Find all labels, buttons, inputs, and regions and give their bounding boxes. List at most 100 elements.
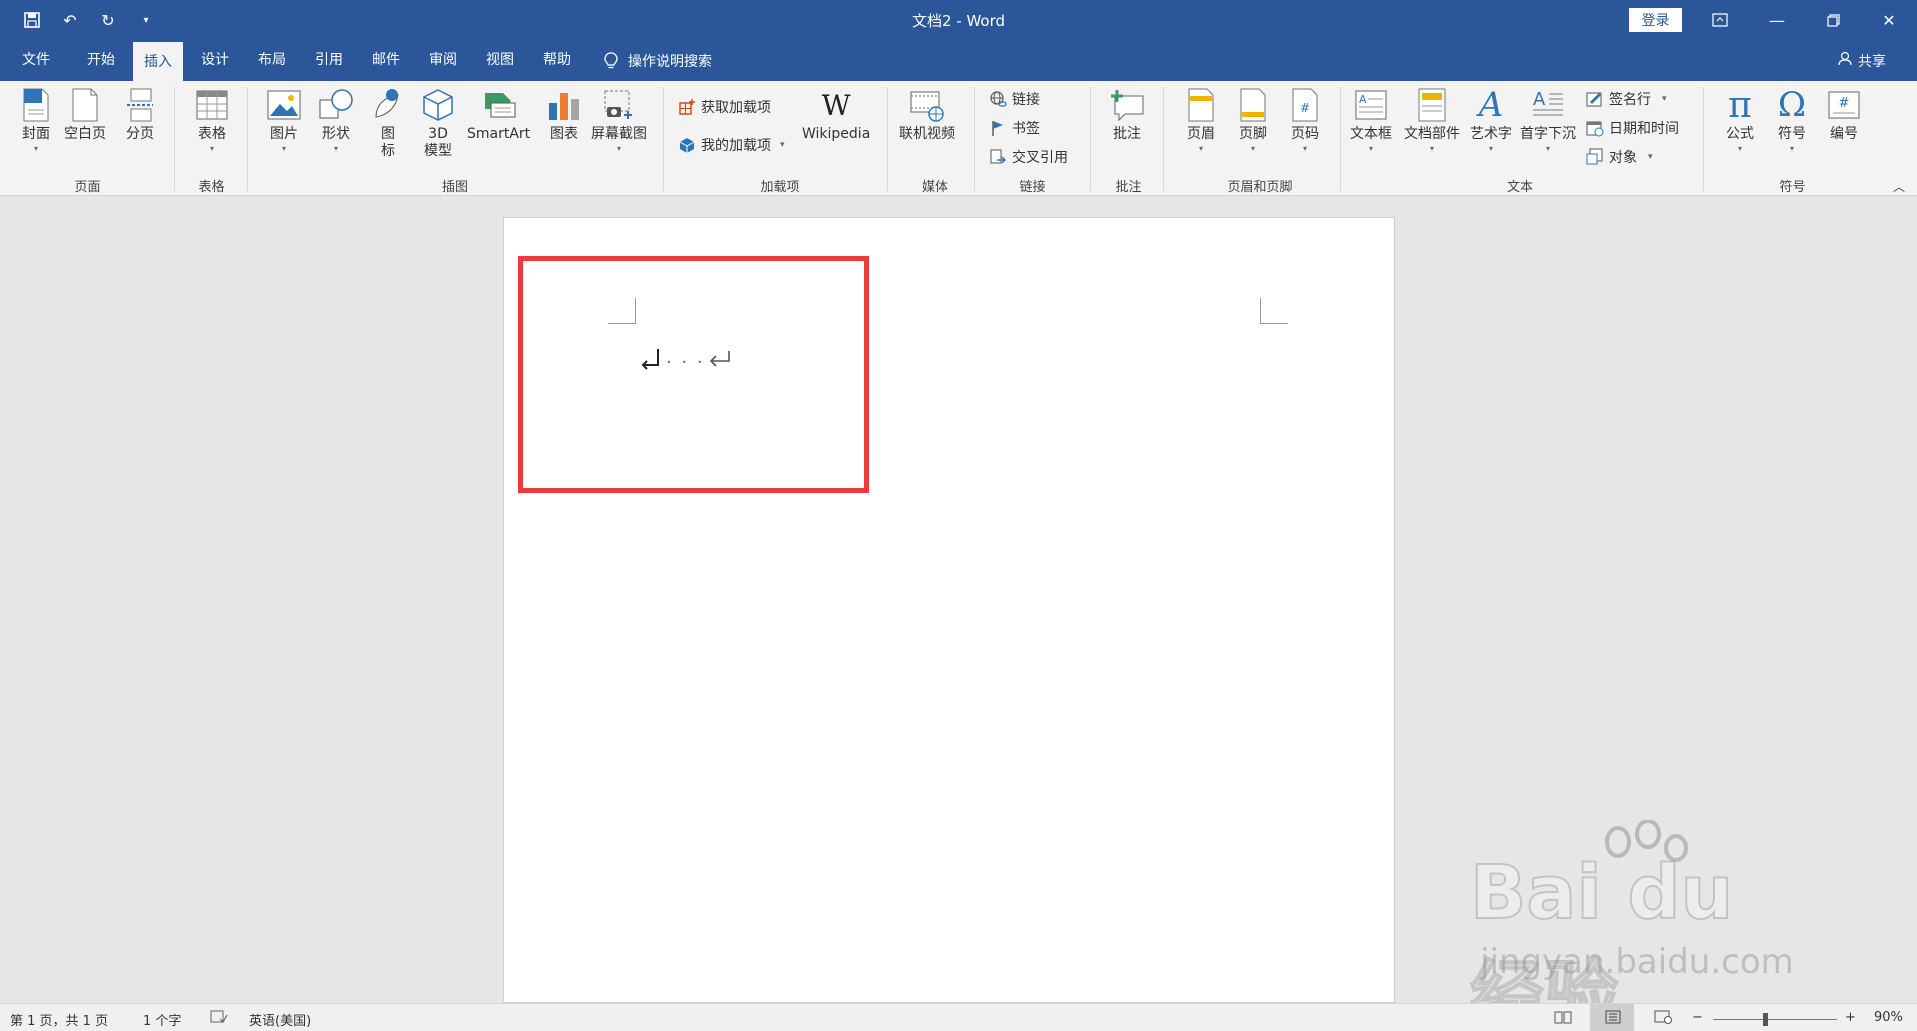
tab-file[interactable]: 文件 xyxy=(22,40,50,81)
cover-page-button[interactable]: 封面 ▾ xyxy=(18,87,54,153)
chevron-down-icon: ▾ xyxy=(1648,152,1653,162)
table-button[interactable]: 表格 ▾ xyxy=(194,87,230,153)
drop-cap-button[interactable]: A 首字下沉 ▾ xyxy=(1520,87,1576,153)
share-button[interactable]: 共享 xyxy=(1838,40,1886,81)
language-indicator[interactable]: 英语(美国) xyxy=(249,1010,311,1029)
read-mode-icon[interactable] xyxy=(1554,1010,1572,1028)
shapes-button[interactable]: 形状 ▾ xyxy=(318,87,354,153)
separator xyxy=(1090,87,1091,191)
page-break-button[interactable]: 分页 xyxy=(122,87,158,143)
object-button[interactable]: 对象 ▾ xyxy=(1586,147,1653,167)
cover-page-label: 封面 xyxy=(22,126,50,142)
table-icon xyxy=(194,87,230,123)
text-box-button[interactable]: A 文本框 ▾ xyxy=(1350,87,1392,153)
header-button[interactable]: 页眉 ▾ xyxy=(1183,87,1219,153)
wordart-button[interactable]: A 艺术字 ▾ xyxy=(1470,85,1512,153)
text-box-label: 文本框 xyxy=(1350,126,1392,142)
tab-mailings[interactable]: 邮件 xyxy=(372,40,400,81)
signature-line-button[interactable]: 签名行 ▾ xyxy=(1586,89,1667,109)
signature-line-label: 签名行 xyxy=(1609,92,1651,108)
print-layout-icon[interactable] xyxy=(1604,1010,1622,1028)
new-comment-icon xyxy=(1109,87,1145,123)
get-addins-button[interactable]: 获取加载项 xyxy=(678,97,771,117)
blank-page-label: 空白页 xyxy=(64,126,106,142)
quick-parts-button[interactable]: 文档部件 ▾ xyxy=(1404,87,1460,153)
close-icon[interactable]: ✕ xyxy=(1861,0,1917,40)
collapse-ribbon-icon[interactable]: ︿ xyxy=(1893,178,1905,195)
cross-reference-icon xyxy=(989,148,1007,166)
tab-home[interactable]: 开始 xyxy=(87,40,115,81)
page-count[interactable]: 第 1 页，共 1 页 xyxy=(10,1010,108,1029)
baidu-watermark: Bai du 经验 jingyan.baidu.com xyxy=(1469,820,1820,1031)
tab-help[interactable]: 帮助 xyxy=(543,40,571,81)
login-button[interactable]: 登录 xyxy=(1629,8,1682,32)
tab-references[interactable]: 引用 xyxy=(315,40,343,81)
zoom-out-icon[interactable]: − xyxy=(1692,1010,1703,1025)
ribbon-display-options-icon[interactable] xyxy=(1692,0,1748,40)
minimize-icon[interactable]: — xyxy=(1749,0,1805,40)
restore-icon[interactable] xyxy=(1805,0,1861,40)
group-label-media: 媒体 xyxy=(921,180,948,195)
tab-insert[interactable]: 插入 xyxy=(133,40,183,81)
date-time-button[interactable]: 日期和时间 xyxy=(1586,118,1679,138)
wikipedia-button[interactable]: W Wikipedia xyxy=(802,87,870,143)
chevron-down-icon: ▾ xyxy=(1429,144,1434,153)
quick-parts-label: 文档部件 xyxy=(1404,126,1460,142)
group-label-comments: 批注 xyxy=(1115,180,1142,195)
separator xyxy=(974,87,975,191)
screenshot-button[interactable]: 屏幕截图 ▾ xyxy=(591,87,647,153)
zoom-in-icon[interactable]: + xyxy=(1845,1010,1856,1025)
proofing-icon[interactable] xyxy=(210,1010,228,1028)
tab-layout[interactable]: 布局 xyxy=(258,40,286,81)
cubes-icon xyxy=(678,136,696,154)
footer-icon xyxy=(1235,87,1271,123)
zoom-level[interactable]: 90% xyxy=(1874,1010,1903,1025)
picture-label: 图片 xyxy=(270,126,298,142)
svg-text:#: # xyxy=(1300,101,1310,115)
shapes-label: 形状 xyxy=(322,126,350,142)
link-button[interactable]: 链接 xyxy=(989,89,1040,109)
cross-reference-button[interactable]: 交叉引用 xyxy=(989,147,1068,167)
tell-me-label: 操作说明搜索 xyxy=(628,53,712,70)
new-comment-button[interactable]: 批注 xyxy=(1109,87,1145,143)
footer-button[interactable]: 页脚 ▾ xyxy=(1235,87,1271,153)
cross-reference-label: 交叉引用 xyxy=(1012,150,1068,166)
zoom-slider-thumb[interactable] xyxy=(1762,1013,1768,1026)
online-video-button[interactable]: 联机视频 xyxy=(899,87,955,143)
word-count[interactable]: 1 个字 xyxy=(143,1010,181,1029)
globe-link-icon xyxy=(989,90,1007,108)
number-button[interactable]: # 编号 xyxy=(1826,87,1862,143)
separator xyxy=(1163,87,1164,191)
tab-design[interactable]: 设计 xyxy=(201,40,229,81)
zoom-slider-track[interactable] xyxy=(1713,1019,1837,1020)
crop-mark-top-right xyxy=(1260,298,1288,324)
omega-icon: Ω xyxy=(1777,85,1807,125)
web-layout-icon[interactable] xyxy=(1654,1010,1672,1028)
3d-models-label-line1: 3D xyxy=(428,126,448,142)
tab-review[interactable]: 审阅 xyxy=(429,40,457,81)
title-bar: ↶ ↻ ▾ 文档2 - Word 登录 — ✕ xyxy=(0,0,1917,40)
cube-icon xyxy=(420,87,456,123)
icons-button[interactable]: 图标 xyxy=(370,87,406,160)
smartart-button[interactable]: SmartArt xyxy=(467,87,530,143)
watermark-url: jingyan.baidu.com xyxy=(1480,942,1794,982)
chevron-down-icon: ▾ xyxy=(780,140,785,150)
my-addins-button[interactable]: 我的加载项 ▾ xyxy=(678,135,785,155)
picture-button[interactable]: 图片 ▾ xyxy=(266,87,302,153)
cover-page-icon xyxy=(18,87,54,123)
blank-page-button[interactable]: 空白页 xyxy=(64,87,106,143)
bookmark-button[interactable]: 书签 xyxy=(989,118,1040,138)
page-number-button[interactable]: # 页码 ▾ xyxy=(1287,87,1323,153)
chart-label: 图表 xyxy=(550,126,578,142)
page-number-icon: # xyxy=(1287,87,1323,123)
chart-button[interactable]: 图表 xyxy=(546,87,582,143)
tell-me-search[interactable]: 操作说明搜索 xyxy=(604,40,712,81)
blank-page-icon xyxy=(67,87,103,123)
3d-models-button[interactable]: 3D 模型 xyxy=(420,87,456,160)
separator xyxy=(247,87,248,191)
wordart-label: 艺术字 xyxy=(1470,126,1512,142)
equation-button[interactable]: π 公式 ▾ xyxy=(1722,85,1758,154)
separator xyxy=(1703,87,1704,191)
tab-view[interactable]: 视图 xyxy=(486,40,514,81)
symbol-button[interactable]: Ω 符号 ▾ xyxy=(1774,85,1810,153)
